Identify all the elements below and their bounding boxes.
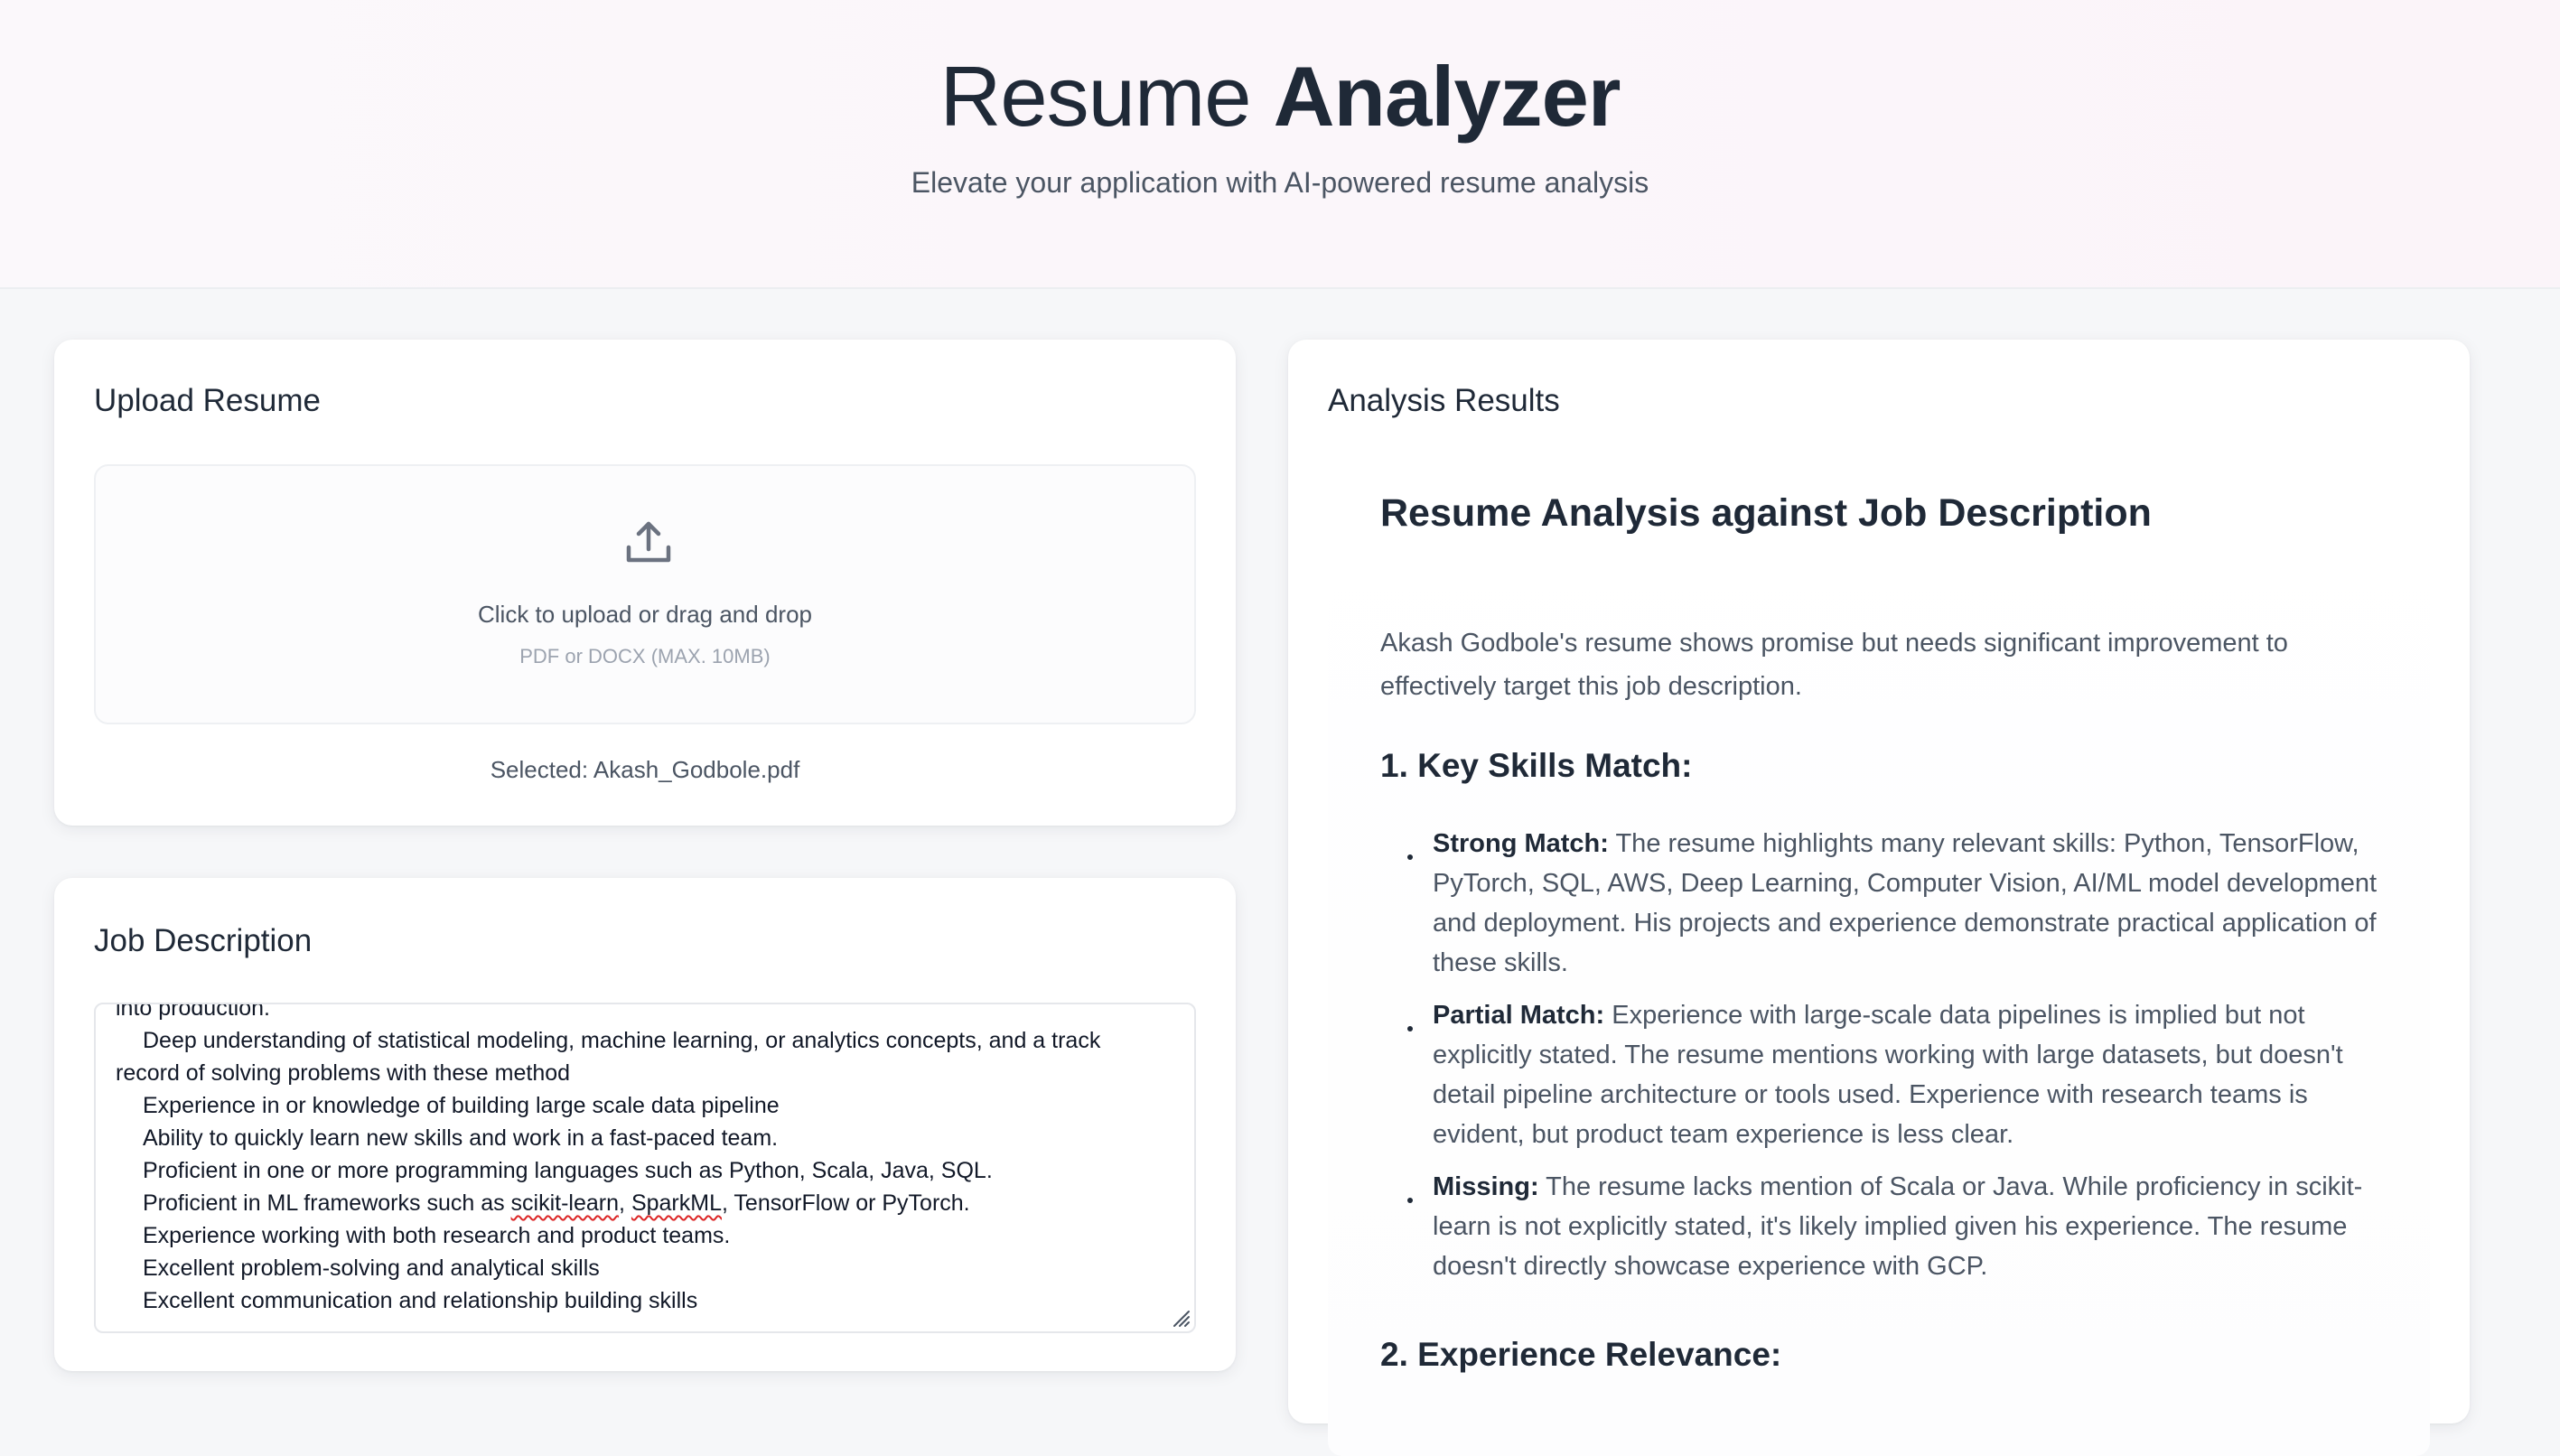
jd-line: Deep understanding of statistical modeli…	[143, 1028, 1101, 1053]
section-heading-key-skills: 1. Key Skills Match:	[1380, 747, 1693, 784]
jd-misspelled-word: scikit-learn	[510, 1190, 620, 1216]
analysis-results-heading: Analysis Results	[1328, 383, 1560, 418]
app-title-regular: Resume	[939, 49, 1252, 144]
app-title-bold: Analyzer	[1273, 49, 1621, 144]
app-subtitle: Elevate your application with AI-powered…	[911, 166, 1649, 199]
job-description-textarea[interactable]: into production. Deep understanding of s…	[94, 1003, 1196, 1333]
upload-resume-heading: Upload Resume	[94, 383, 321, 418]
bullet-dot	[1407, 854, 1413, 860]
jd-text: ,	[619, 1190, 631, 1216]
jd-misspelled-word: SparkML	[631, 1190, 722, 1216]
dropzone-file-hint: PDF or DOCX (MAX. 10MB)	[519, 645, 771, 667]
section-heading-experience: 2. Experience Relevance:	[1380, 1336, 1782, 1373]
job-description-heading: Job Description	[94, 923, 313, 958]
resize-handle-icon[interactable]	[1171, 1308, 1191, 1328]
jd-line: Proficient in one or more programming la…	[143, 1158, 993, 1183]
bullet-body: The resume lacks mention of Scala or Jav…	[1433, 1172, 2363, 1281]
jd-text: , TensorFlow or PyTorch.	[721, 1190, 970, 1216]
bullet-label: Missing:	[1433, 1172, 1539, 1201]
job-description-card: Job Description into production. Deep un…	[54, 878, 1236, 1371]
analysis-title: Resume Analysis against Job Description	[1380, 491, 2152, 535]
jd-line: Ability to quickly learn new skills and …	[143, 1125, 779, 1151]
jd-line: Experience working with both research an…	[143, 1223, 731, 1248]
bullet-text: Strong Match: The resume highlights many…	[1433, 824, 2390, 983]
jd-text: Proficient in ML frameworks such as	[143, 1190, 511, 1216]
resume-dropzone[interactable]: Click to upload or drag and drop PDF or …	[94, 464, 1196, 724]
bullet-label: Strong Match:	[1433, 829, 1609, 858]
analysis-results-content: Resume Analysis against Job Description …	[1328, 462, 2430, 1456]
analysis-results-card: Analysis Results Resume Analysis against…	[1288, 340, 2470, 1456]
jd-line: Excellent communication and relationship…	[143, 1288, 698, 1313]
jd-line: record of solving problems with these me…	[116, 1060, 571, 1086]
jd-line: into production.	[116, 1003, 270, 1021]
app-title: Resume Analyzer	[0, 47, 2560, 146]
upload-icon	[626, 521, 671, 563]
jd-line: Excellent problem-solving and analytical…	[143, 1255, 600, 1281]
dropzone-instruction: Click to upload or drag and drop	[477, 601, 812, 628]
selected-file-label: Selected: Akash_Godbole.pdf	[490, 756, 800, 783]
bullet-text: Partial Match: Experience with large-sca…	[1433, 995, 2390, 1154]
bullet-dot	[1407, 1026, 1413, 1031]
page-header: Resume Analyzer Elevate your application…	[0, 0, 2560, 289]
jd-line: Experience in or knowledge of building l…	[143, 1093, 780, 1118]
bullet-text: Missing: The resume lacks mention of Sca…	[1433, 1167, 2390, 1286]
bullet-label: Partial Match:	[1433, 1001, 1605, 1030]
analysis-intro: Akash Godbole's resume shows promise but…	[1380, 629, 2288, 701]
bullet-dot	[1407, 1198, 1413, 1203]
upload-resume-card: Upload Resume Click to upload or drag an…	[54, 340, 1236, 826]
jd-line: Proficient in ML frameworks such as scik…	[143, 1187, 970, 1219]
